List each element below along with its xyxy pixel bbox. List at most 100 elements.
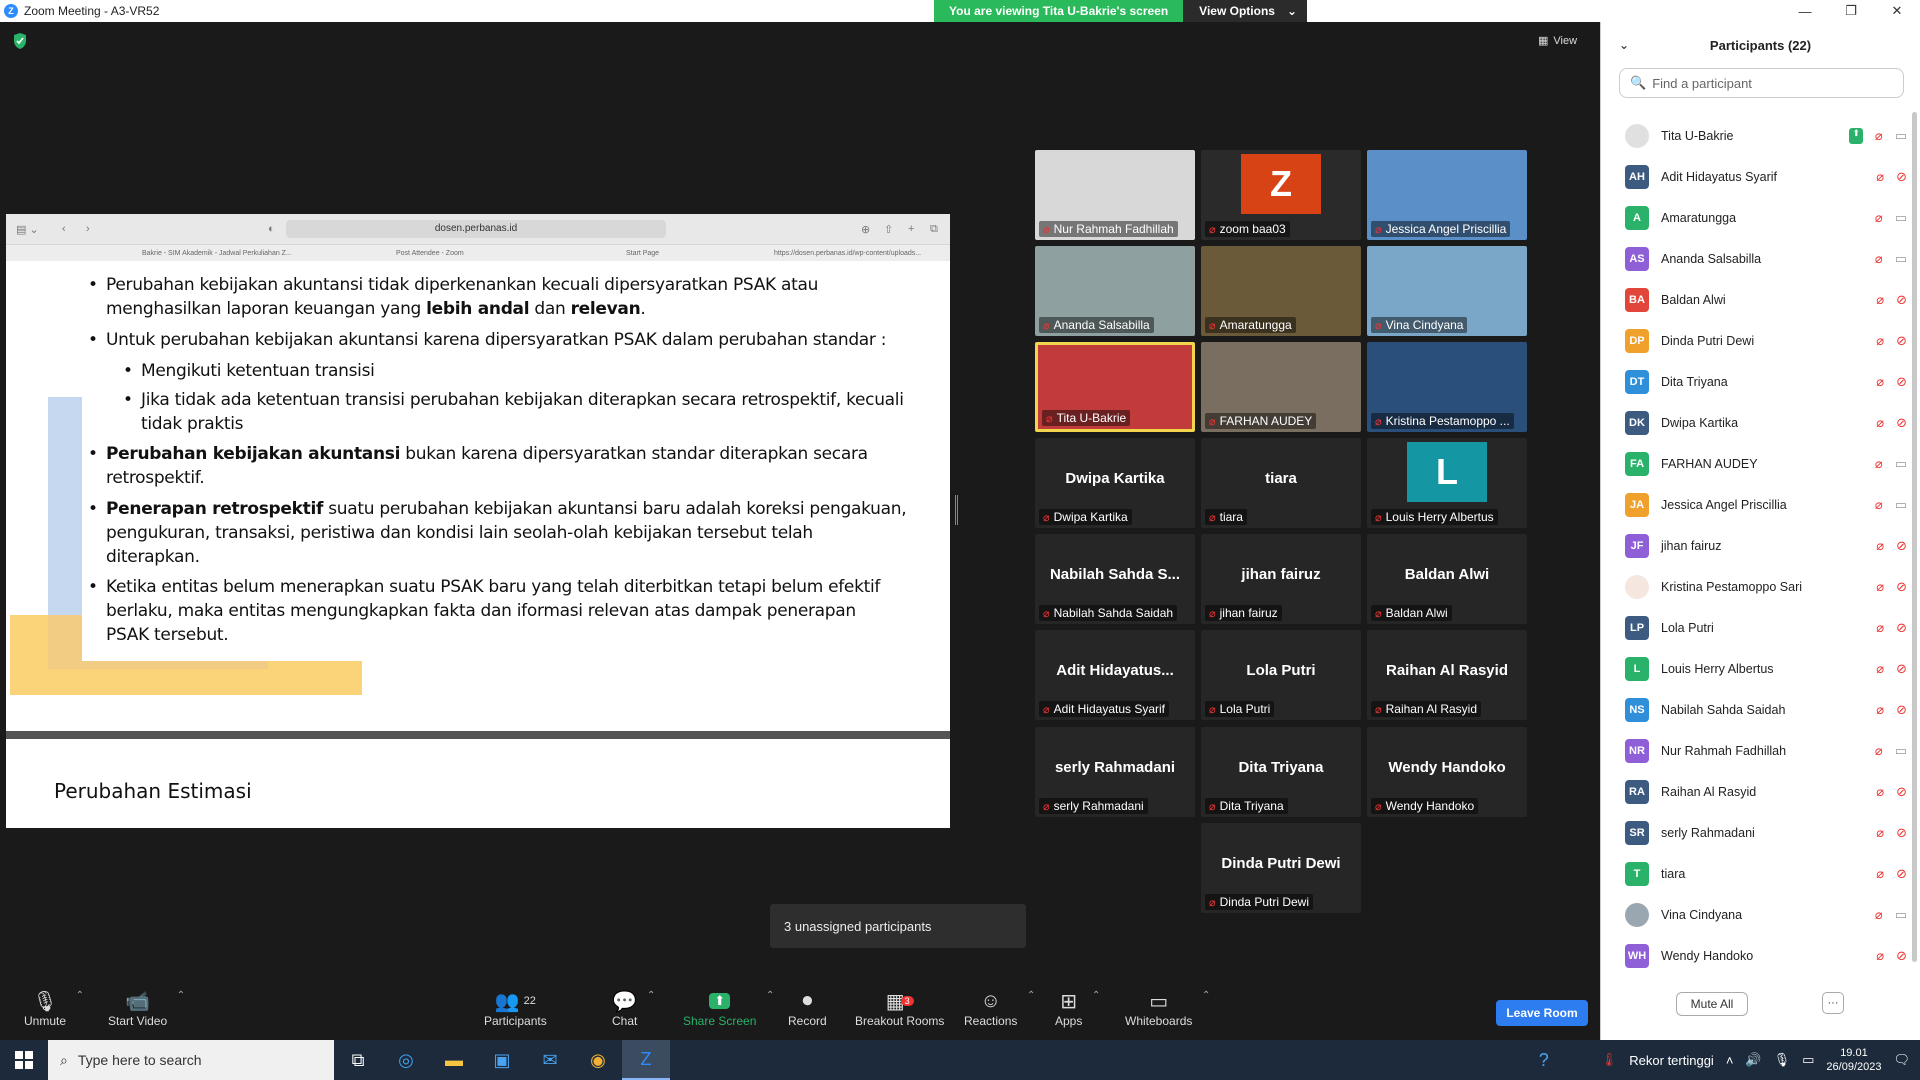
participant-row[interactable]: DP Dinda Putri Dewi ⌀ ⊘ <box>1601 320 1907 361</box>
video-tile[interactable]: ⌀ Tita U-Bakrie <box>1035 342 1195 432</box>
video-tile[interactable]: Dita Triyana ⌀ Dita Triyana <box>1201 727 1361 817</box>
video-off-icon[interactable]: ⊘ <box>1896 333 1907 349</box>
chevron-up-icon[interactable]: ⌃ <box>1092 990 1100 1001</box>
shared-screen[interactable]: ▤ ⌄ ‹ › ◐ dosen.perbanas.id ⊕ ⇧ + ⧉ Bakr… <box>6 214 950 828</box>
chevron-up-icon[interactable]: ⌃ <box>177 990 185 1001</box>
unmute-button[interactable]: 🎙 Unmute ⌃ <box>24 988 84 1028</box>
participant-row[interactable]: WH Wendy Handoko ⌀ ⊘ <box>1601 935 1907 976</box>
video-on-icon[interactable]: ▭ <box>1895 210 1907 226</box>
record-button[interactable]: ⏺ Record <box>788 988 827 1029</box>
mic-muted-icon[interactable]: ⌀ <box>1876 415 1884 431</box>
video-tile[interactable]: Baldan Alwi ⌀ Baldan Alwi <box>1367 534 1527 624</box>
video-tile[interactable]: ⌀ Kristina Pestamoppo ... <box>1367 342 1527 432</box>
mic-muted-icon[interactable]: ⌀ <box>1875 128 1883 144</box>
video-tile[interactable]: ⌀ Ananda Salsabilla <box>1035 246 1195 336</box>
mic-muted-icon[interactable]: ⌀ <box>1875 497 1883 513</box>
chevron-up-icon[interactable]: ⌃ <box>1202 990 1210 1001</box>
start-video-button[interactable]: 📹 Start Video ⌃ <box>108 988 185 1028</box>
participant-row[interactable]: BA Baldan Alwi ⌀ ⊘ <box>1601 279 1907 320</box>
volume-icon[interactable]: 🔊 <box>1745 1052 1761 1068</box>
chevron-up-icon[interactable]: ⌃ <box>1027 990 1035 1001</box>
close-button[interactable]: ✕ <box>1874 0 1920 22</box>
mic-muted-icon[interactable]: ⌀ <box>1876 784 1884 800</box>
video-tile[interactable]: jihan fairuz ⌀ jihan fairuz <box>1201 534 1361 624</box>
participant-row[interactable]: AS Ananda Salsabilla ⌀ ▭ <box>1601 238 1907 279</box>
mic-muted-icon[interactable]: ⌀ <box>1876 292 1884 308</box>
leave-room-button[interactable]: Leave Room <box>1496 1000 1588 1026</box>
file-explorer-icon[interactable]: ▬ <box>430 1040 478 1080</box>
mic-muted-icon[interactable]: ⌀ <box>1876 579 1884 595</box>
mic-muted-icon[interactable]: ⌀ <box>1875 907 1883 923</box>
participants-button[interactable]: 👥 22 Participants <box>484 988 547 1029</box>
mute-all-button[interactable]: Mute All <box>1676 992 1748 1016</box>
video-off-icon[interactable]: ⊘ <box>1896 825 1907 841</box>
mail-icon[interactable]: ✉ <box>526 1040 574 1080</box>
video-off-icon[interactable]: ⊘ <box>1896 538 1907 554</box>
more-options-button[interactable]: ··· <box>1822 992 1844 1014</box>
participant-row[interactable]: FA FARHAN AUDEY ⌀ ▭ <box>1601 443 1907 484</box>
participant-row[interactable]: LP Lola Putri ⌀ ⊘ <box>1601 607 1907 648</box>
mic-muted-icon[interactable]: ⌀ <box>1875 456 1883 472</box>
video-off-icon[interactable]: ⊘ <box>1896 579 1907 595</box>
video-tile[interactable]: tiara ⌀ tiara <box>1201 438 1361 528</box>
taskbar-search-input[interactable]: ⌕ Type here to search <box>48 1040 334 1080</box>
video-tile[interactable]: ⌀ Nur Rahmah Fadhillah <box>1035 150 1195 240</box>
video-on-icon[interactable]: ▭ <box>1895 456 1907 472</box>
chat-button[interactable]: 💬 Chat ⌃ <box>612 988 655 1028</box>
participant-row[interactable]: JA Jessica Angel Priscillia ⌀ ▭ <box>1601 484 1907 525</box>
apps-button[interactable]: ⊞ Apps ⌃ <box>1055 988 1100 1028</box>
video-off-icon[interactable]: ⊘ <box>1896 374 1907 390</box>
mic-muted-icon[interactable]: ⌀ <box>1875 743 1883 759</box>
clock[interactable]: 19.01 26/09/2023 <box>1826 1046 1881 1074</box>
reactions-button[interactable]: ☺ Reactions ⌃ <box>964 988 1035 1029</box>
microphone-icon[interactable]: 🎙 <box>1774 1052 1791 1068</box>
video-off-icon[interactable]: ⊘ <box>1896 415 1907 431</box>
video-tile[interactable]: serly Rahmadani ⌀ serly Rahmadani <box>1035 727 1195 817</box>
view-button[interactable]: ▦ View <box>1538 34 1577 48</box>
store-icon[interactable]: ▣ <box>478 1040 526 1080</box>
video-tile[interactable]: ⌀ Amaratungga <box>1201 246 1361 336</box>
chevron-up-icon[interactable]: ˄ <box>1726 1053 1734 1068</box>
mic-muted-icon[interactable]: ⌀ <box>1876 374 1884 390</box>
participant-row[interactable]: DT Dita Triyana ⌀ ⊘ <box>1601 361 1907 402</box>
chevron-up-icon[interactable]: ⌃ <box>76 990 84 1001</box>
mic-muted-icon[interactable]: ⌀ <box>1876 661 1884 677</box>
participant-row[interactable]: Vina Cindyana ⌀ ▭ <box>1601 894 1907 935</box>
zoom-taskbar-icon[interactable]: Z <box>622 1040 670 1080</box>
view-options-button[interactable]: View Options ⌄ <box>1183 0 1308 22</box>
chevron-down-icon[interactable]: ⌄ <box>1619 38 1629 52</box>
video-off-icon[interactable]: ⊘ <box>1896 702 1907 718</box>
mic-muted-icon[interactable]: ⌀ <box>1876 333 1884 349</box>
video-off-icon[interactable]: ⊘ <box>1896 866 1907 882</box>
split-drag-handle[interactable] <box>955 495 958 525</box>
participant-row[interactable]: SR serly Rahmadani ⌀ ⊘ <box>1601 812 1907 853</box>
help-icon[interactable]: ? <box>1539 1050 1549 1071</box>
minimize-button[interactable]: — <box>1782 0 1828 22</box>
video-off-icon[interactable]: ⊘ <box>1896 292 1907 308</box>
video-tile[interactable]: L ⌀ Louis Herry Albertus <box>1367 438 1527 528</box>
mic-muted-icon[interactable]: ⌀ <box>1875 210 1883 226</box>
video-tile[interactable]: Wendy Handoko ⌀ Wendy Handoko <box>1367 727 1527 817</box>
video-tile[interactable]: Adit Hidayatus... ⌀ Adit Hidayatus Syarif <box>1035 630 1195 720</box>
video-on-icon[interactable]: ▭ <box>1895 907 1907 923</box>
mic-muted-icon[interactable]: ⌀ <box>1876 702 1884 718</box>
chevron-up-icon[interactable]: ⌃ <box>647 990 655 1001</box>
video-on-icon[interactable]: ▭ <box>1895 128 1907 144</box>
unassigned-participants-notice[interactable]: 3 unassigned participants <box>770 904 1026 948</box>
mic-muted-icon[interactable]: ⌀ <box>1876 948 1884 964</box>
participant-row[interactable]: NS Nabilah Sahda Saidah ⌀ ⊘ <box>1601 689 1907 730</box>
video-off-icon[interactable]: ⊘ <box>1896 948 1907 964</box>
participant-row[interactable]: A Amaratungga ⌀ ▭ <box>1601 197 1907 238</box>
mic-muted-icon[interactable]: ⌀ <box>1876 866 1884 882</box>
video-tile[interactable]: Lola Putri ⌀ Lola Putri <box>1201 630 1361 720</box>
mic-muted-icon[interactable]: ⌀ <box>1875 251 1883 267</box>
share-screen-button[interactable]: ⬆ Share Screen ⌃ <box>683 988 774 1028</box>
participant-row[interactable]: Ttiara ⌀ ⊘ <box>1601 853 1907 894</box>
participant-row[interactable]: L Louis Herry Albertus ⌀ ⊘ <box>1601 648 1907 689</box>
notifications-icon[interactable]: 🗨 <box>1893 1052 1910 1068</box>
video-tile[interactable]: ⌀ FARHAN AUDEY <box>1201 342 1361 432</box>
participant-search-input[interactable]: 🔍 Find a participant <box>1619 68 1904 98</box>
participant-row[interactable]: AH Adit Hidayatus Syarif ⌀ ⊘ <box>1601 156 1907 197</box>
mic-muted-icon[interactable]: ⌀ <box>1876 538 1884 554</box>
participant-list-scrollbar[interactable] <box>1912 112 1917 962</box>
